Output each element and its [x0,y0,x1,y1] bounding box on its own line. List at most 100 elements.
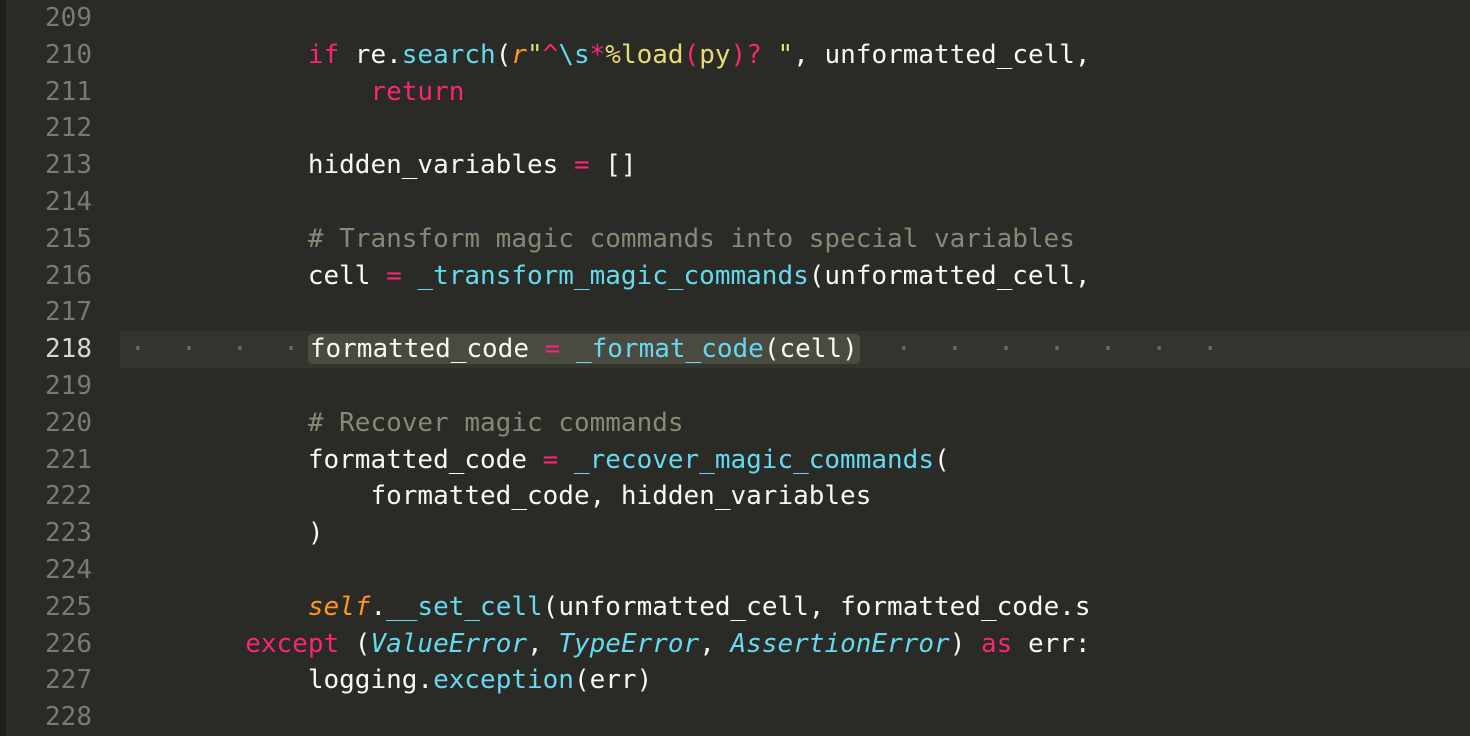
token-ident [120,224,308,254]
token-cls: AssertionError [731,629,950,659]
line-number[interactable]: 224 [0,552,92,589]
token-ident: hidden_variables [120,150,574,180]
code-line[interactable]: if re.search(r"^\s*%load(py)? ", unforma… [120,37,1470,74]
code-line[interactable] [120,699,1470,736]
token-call: search [402,40,496,70]
token-ident [120,408,308,438]
token-kw: = [545,334,561,364]
left-strip [0,0,6,736]
token-ident [120,40,308,70]
token-ident: ( [339,629,370,659]
code-line[interactable] [120,110,1470,147]
token-call: \s [558,40,589,70]
token-kw: return [370,77,464,107]
code-line[interactable]: logging.exception(err) [120,662,1470,699]
line-number[interactable]: 209 [0,0,92,37]
token-call: __set_cell [386,592,543,622]
line-number[interactable]: 211 [0,74,92,111]
line-number[interactable]: 225 [0,589,92,626]
line-number-gutter[interactable]: 2092102112122132142152162172182192202212… [0,0,120,736]
token-str: " [762,40,793,70]
token-cmt: # Transform magic commands into special … [308,224,1075,254]
token-ident [558,445,574,475]
token-ident [560,334,576,364]
code-line[interactable] [120,184,1470,221]
code-line[interactable]: cell = _transform_magic_commands(unforma… [120,258,1470,295]
line-number[interactable]: 217 [0,294,92,331]
token-ident: formatted_code, hidden_variables [120,481,871,511]
token-ident: (unformatted_cell, formatted_code.s [543,592,1091,622]
token-fnarg: self [308,592,371,622]
line-number[interactable]: 226 [0,626,92,663]
code-line[interactable] [120,552,1470,589]
code-line[interactable]: hidden_variables = [] [120,147,1470,184]
code-line[interactable]: formatted_code, hidden_variables [120,478,1470,515]
token-ident: (cell) [764,334,858,364]
code-line[interactable]: # Transform magic commands into special … [120,221,1470,258]
line-number[interactable]: 222 [0,478,92,515]
code-editor[interactable]: 2092102112122132142152162172182192202212… [0,0,1470,736]
token-call: _format_code [576,334,764,364]
token-ident: ) [950,629,981,659]
token-ident: logging. [120,665,433,695]
token-ident [120,334,308,364]
line-number[interactable]: 227 [0,662,92,699]
line-number[interactable]: 223 [0,515,92,552]
token-ident: [] [590,150,637,180]
token-kw: if [308,40,339,70]
token-ident: (err) [574,665,652,695]
token-op: )? [731,40,762,70]
token-cmt: # Recover magic commands [308,408,684,438]
token-kw: except [245,629,339,659]
token-ident [120,592,308,622]
code-line[interactable] [120,0,1470,37]
line-number[interactable]: 212 [0,110,92,147]
token-ident: formatted_code [120,445,543,475]
token-op: ( [684,40,700,70]
token-ident: , [527,629,558,659]
code-line[interactable] [120,294,1470,331]
token-ident: cell [120,261,386,291]
code-line[interactable]: ) [120,515,1470,552]
line-number[interactable]: 219 [0,368,92,405]
token-ident: ( [934,445,950,475]
token-cls: ValueError [370,629,527,659]
token-ident [120,629,245,659]
token-cls: TypeError [558,629,699,659]
line-number[interactable]: 214 [0,184,92,221]
line-number[interactable]: 218 [0,331,92,368]
token-str: %load [605,40,683,70]
line-number[interactable]: 210 [0,37,92,74]
token-ident [529,334,545,364]
token-kw: = [386,261,402,291]
token-op: ^ [543,40,559,70]
code-line[interactable]: self.__set_cell(unformatted_cell, format… [120,589,1470,626]
token-call: _transform_magic_commands [417,261,808,291]
token-ident [120,77,370,107]
line-number[interactable]: 220 [0,405,92,442]
token-ident: , unformatted_cell, [793,40,1090,70]
token-ident: . [370,592,386,622]
token-ident: formatted_code [310,334,529,364]
token-str: py [699,40,730,70]
code-area[interactable]: if re.search(r"^\s*%load(py)? ", unforma… [120,0,1470,736]
token-ident: (unformatted_cell, [809,261,1091,291]
code-line[interactable]: return [120,74,1470,111]
code-line[interactable]: except (ValueError, TypeError, Assertion… [120,626,1470,663]
token-kw: as [981,629,1012,659]
code-line[interactable]: formatted_code = _format_code(cell) [120,331,1470,368]
token-str: " [527,40,543,70]
line-number[interactable]: 216 [0,258,92,295]
token-kw: = [574,150,590,180]
line-number[interactable]: 221 [0,442,92,479]
line-number[interactable]: 213 [0,147,92,184]
token-kw: = [543,445,559,475]
code-line[interactable] [120,368,1470,405]
code-line[interactable]: formatted_code = _recover_magic_commands… [120,442,1470,479]
code-line[interactable]: # Recover magic commands [120,405,1470,442]
line-number[interactable]: 228 [0,699,92,736]
line-number[interactable]: 215 [0,221,92,258]
token-ident: re. [339,40,402,70]
token-call: exception [433,665,574,695]
token-fnarg: r [511,40,527,70]
